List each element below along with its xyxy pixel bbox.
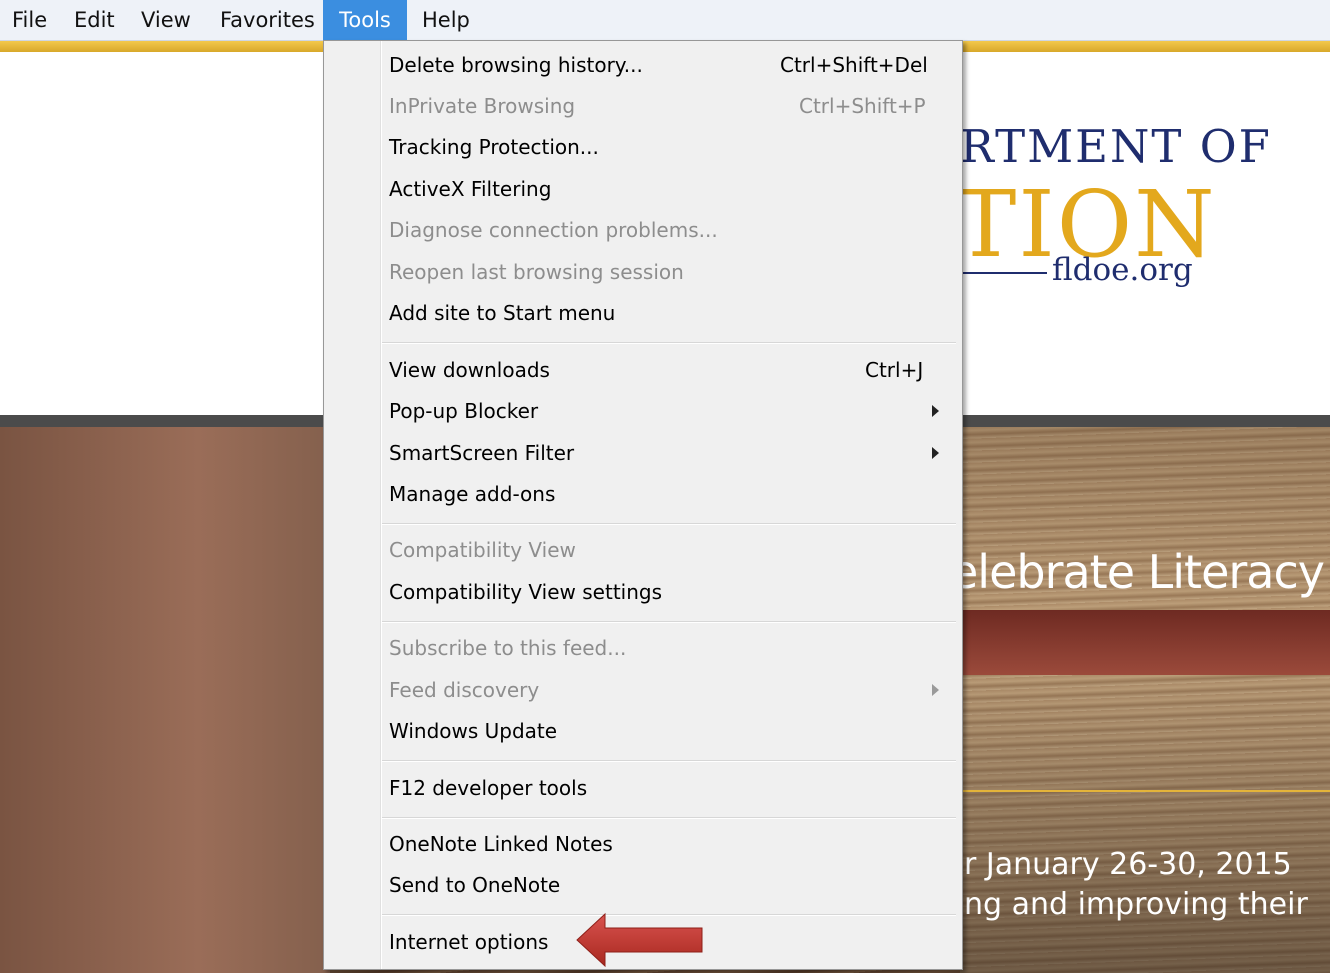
banner-left-image [0,427,330,973]
menu-separator [382,817,956,819]
menu-item-f12-developer-tools[interactable]: F12 developer tools [389,768,587,809]
shortcut-delete-browsing-history: Ctrl+Shift+Del [780,53,928,77]
menu-item-onenote-linked-notes[interactable]: OneNote Linked Notes [389,824,613,865]
menu-favorites[interactable]: Favorites [212,0,323,40]
menu-separator [382,621,956,623]
red-pointer-arrow-icon [576,912,703,968]
shortcut-inprivate-browsing: Ctrl+Shift+P [799,94,926,118]
menu-file[interactable]: File [4,0,55,40]
menu-item-reopen-last-session[interactable]: Reopen last browsing session [389,252,684,293]
menu-item-popup-blocker[interactable]: Pop-up Blocker [389,391,538,432]
menu-item-windows-update[interactable]: Windows Update [389,711,557,752]
menu-item-diagnose-connection[interactable]: Diagnose connection problems... [389,210,718,251]
menu-item-feed-discovery[interactable]: Feed discovery [389,670,539,711]
menu-item-tracking-protection[interactable]: Tracking Protection... [389,127,599,168]
menu-tools[interactable]: Tools [323,0,407,40]
menu-item-activex-filtering[interactable]: ActiveX Filtering [389,169,551,210]
submenu-arrow-icon [932,447,939,459]
menu-item-view-downloads[interactable]: View downloads [389,350,550,391]
submenu-arrow-icon [932,405,939,417]
menu-edit[interactable]: Edit [66,0,123,40]
banner-line1: r January 26-30, 2015 [964,847,1292,882]
banner-gold-line [960,790,1330,792]
menu-separator [382,342,956,344]
menu-item-add-site-to-start[interactable]: Add site to Start menu [389,293,615,334]
banner-line2: ng and improving their [964,887,1308,922]
menu-item-compatibility-view-settings[interactable]: Compatibility View settings [389,572,662,613]
menu-item-internet-options[interactable]: Internet options [389,922,548,963]
tools-menu: Delete browsing history... Ctrl+Shift+De… [323,40,963,970]
banner-book-red-band [960,610,1330,675]
menu-icon-gutter-highlight [381,41,382,969]
menu-item-manage-addons[interactable]: Manage add-ons [389,474,555,515]
menu-view[interactable]: View [133,0,199,40]
menu-separator [382,523,956,525]
menu-item-delete-browsing-history[interactable]: Delete browsing history... [389,45,643,86]
menu-separator [382,760,956,762]
submenu-arrow-icon [932,684,939,696]
menu-item-subscribe-feed[interactable]: Subscribe to this feed... [389,628,626,669]
site-logo-rule [962,272,1047,274]
menu-help[interactable]: Help [414,0,478,40]
shortcut-view-downloads: Ctrl+J [865,358,924,382]
menu-item-compatibility-view[interactable]: Compatibility View [389,530,576,571]
banner-title: elebrate Literacy [950,545,1325,599]
menu-item-inprivate-browsing[interactable]: InPrivate Browsing [389,86,575,127]
menu-item-smartscreen-filter[interactable]: SmartScreen Filter [389,433,574,474]
menu-item-send-to-onenote[interactable]: Send to OneNote [389,865,560,906]
site-logo-url[interactable]: fldoe.org [1052,252,1193,288]
menu-bar: File Edit View Favorites Tools Help [0,0,1330,41]
